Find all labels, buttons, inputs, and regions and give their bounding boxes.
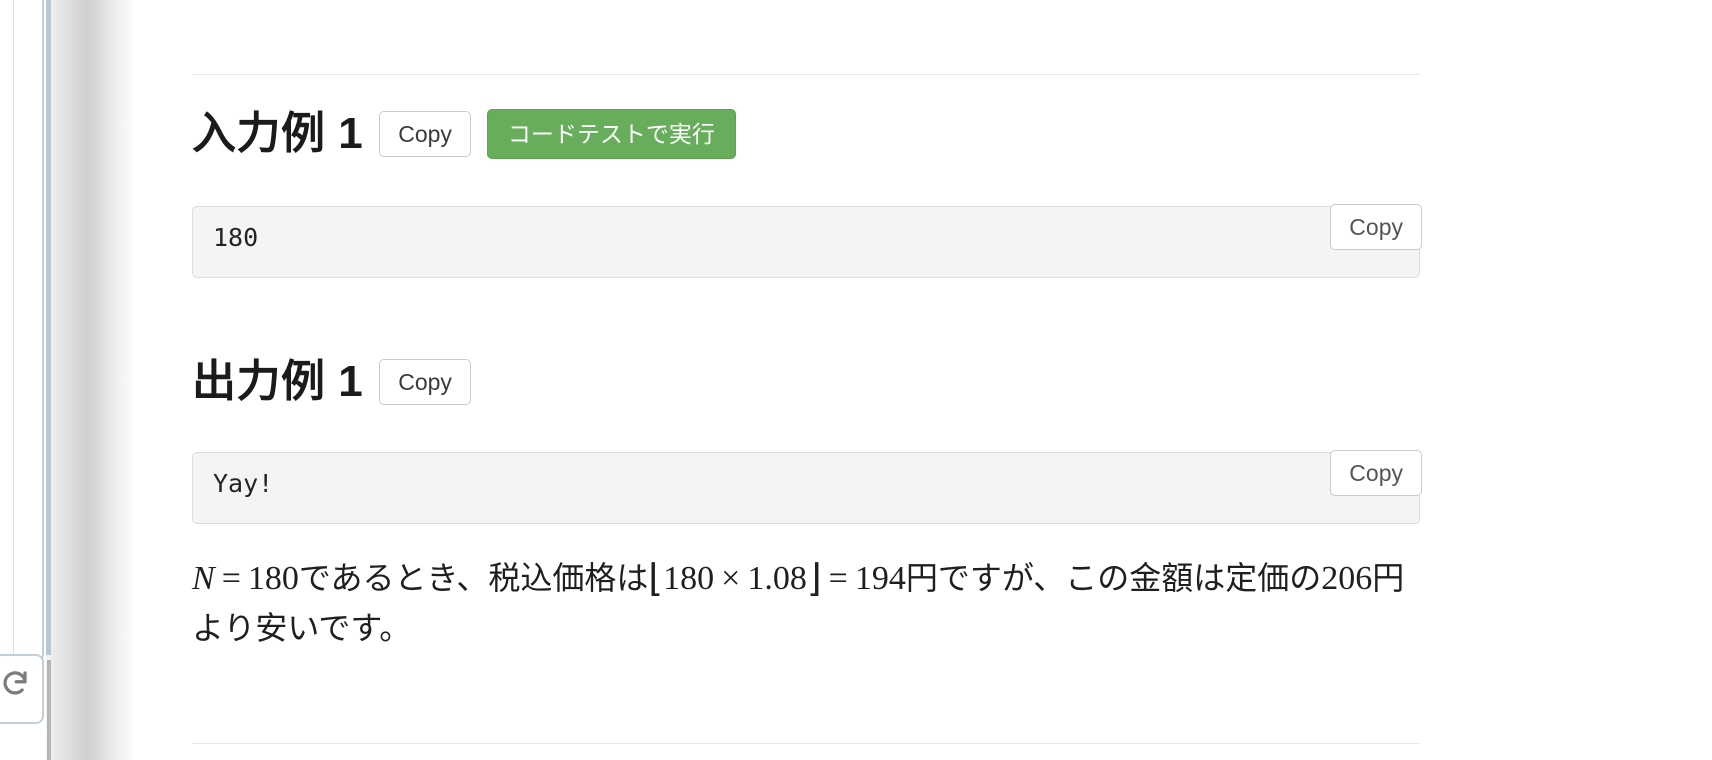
explanation-equals-1: = — [221, 560, 241, 597]
explanation-list-price: 206 — [1321, 560, 1373, 597]
page-gutter — [132, 0, 192, 760]
problem-statement-content: 入力例 1 Copy コードテストで実行 180 Copy 出力例 1 Copy… — [192, 0, 1712, 760]
reload-icon[interactable] — [0, 668, 30, 698]
sample-input-1-code: 180 — [192, 206, 1420, 278]
explanation-tax-rate: 1.08 — [747, 560, 807, 597]
sample-output-1-codeblock-wrap: Yay! Copy — [192, 450, 1422, 524]
chrome-panel-divider — [13, 0, 14, 660]
explanation-times: × — [721, 560, 741, 597]
explanation-equals-2: = — [828, 560, 848, 597]
sample-output-1-title: 出力例 1 — [192, 357, 364, 406]
explanation-n-value: 180 — [247, 560, 299, 597]
window-edge-highlight — [46, 0, 51, 655]
sample-input-1-run-in-codetest-button[interactable]: コードテストで実行 — [486, 109, 736, 159]
sample-output-1-code-copy-button[interactable]: Copy — [1330, 450, 1422, 496]
explanation-variable-n: N — [192, 560, 215, 597]
sample-input-1-header: 入力例 1 Copy コードテストで実行 — [192, 109, 1712, 159]
screenshot-root: 入力例 1 Copy コードテストで実行 180 Copy 出力例 1 Copy… — [0, 0, 1712, 760]
sample-output-1-header: 出力例 1 Copy — [192, 359, 1712, 405]
explanation-price: 180 — [663, 560, 715, 597]
sample-output-1-code: Yay! — [192, 452, 1420, 524]
window-edge-highlight-lower — [47, 660, 51, 760]
sample-output-1-copy-button[interactable]: Copy — [379, 359, 471, 405]
window-edge-shadow — [46, 0, 132, 760]
explanation-text-1: であるとき、税込価格は — [298, 560, 649, 596]
sample-input-1-code-copy-button[interactable]: Copy — [1330, 204, 1422, 250]
sample-input-1-codeblock-wrap: 180 Copy — [192, 204, 1422, 278]
sample-input-1-title: 入力例 1 — [192, 109, 364, 158]
floor-right-bracket: ⌋ — [806, 556, 822, 600]
chrome-side-panel — [0, 0, 44, 662]
sample-input-1-copy-button[interactable]: Copy — [379, 111, 471, 157]
sample-1-explanation: N = 180であるとき、税込価格は⌊180 × 1.08⌋ = 194円ですが、この金額は… — [192, 549, 1432, 653]
floor-left-bracket: ⌊ — [648, 556, 664, 600]
explanation-text-2: 円ですが、この金額は定価の — [905, 560, 1322, 596]
explanation-taxed-price: 194 — [854, 560, 906, 597]
